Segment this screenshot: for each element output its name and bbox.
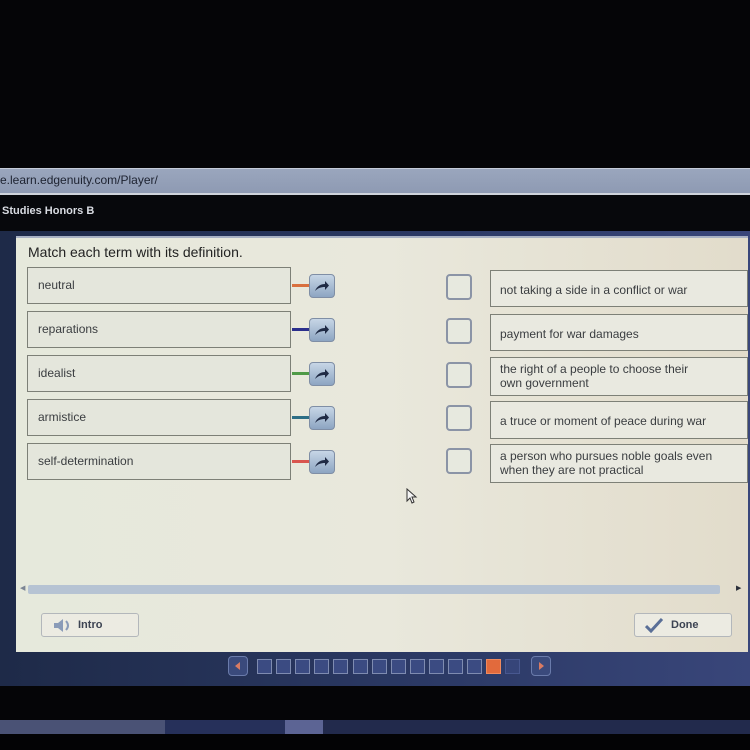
- definition-text: the right of a people to choose their: [500, 362, 689, 376]
- term-label: reparations: [38, 322, 99, 336]
- arrow-right-curved-icon: [315, 413, 329, 423]
- intro-label: Intro: [78, 619, 103, 631]
- definition-box[interactable]: not taking a side in a conflict or war: [490, 270, 748, 307]
- arrow-right-icon: [539, 662, 544, 670]
- definition-box[interactable]: a truce or moment of peace during war: [490, 401, 748, 439]
- horizontal-scrollbar[interactable]: [28, 585, 720, 594]
- definition-box[interactable]: the right of a people to choose their ow…: [490, 357, 748, 396]
- page-square-6[interactable]: [352, 659, 368, 674]
- intro-button[interactable]: Intro: [41, 613, 139, 637]
- match-arrow-button[interactable]: [309, 406, 335, 430]
- page-square-12[interactable]: [467, 659, 483, 674]
- mouse-cursor-icon: [406, 488, 418, 504]
- drop-target-box[interactable]: [446, 448, 472, 474]
- drop-target-box[interactable]: [446, 405, 472, 431]
- course-header: Studies Honors B: [0, 195, 750, 231]
- page-square-9[interactable]: [409, 659, 425, 674]
- page-square-8[interactable]: [390, 659, 406, 674]
- page-square-14[interactable]: [505, 659, 521, 674]
- connector-line: [292, 416, 310, 419]
- term-box-idealist[interactable]: idealist: [27, 355, 291, 392]
- taskbar-segment: [323, 720, 750, 734]
- screen-bezel: [0, 734, 750, 750]
- course-title: Studies Honors B: [2, 205, 95, 217]
- drop-target-box[interactable]: [446, 318, 472, 344]
- page-square-13[interactable]: [486, 659, 502, 674]
- taskbar-segment: [0, 720, 165, 734]
- definition-text-line2: when they are not practical: [500, 463, 644, 477]
- page-square-10[interactable]: [428, 659, 444, 674]
- definition-text: not taking a side in a conflict or war: [500, 283, 688, 297]
- done-label: Done: [671, 619, 699, 631]
- taskbar-segment: [165, 720, 285, 734]
- term-label: idealist: [38, 366, 76, 380]
- instruction-text: Match each term with its definition.: [28, 244, 243, 260]
- page-square-2[interactable]: [276, 659, 292, 674]
- os-taskbar: [0, 720, 750, 734]
- page-square-3[interactable]: [295, 659, 311, 674]
- next-page-button[interactable]: [531, 656, 551, 676]
- term-box-self-determination[interactable]: self-determination: [27, 443, 291, 480]
- connector-line: [292, 328, 310, 331]
- definition-text: a person who pursues noble goals even: [500, 449, 713, 463]
- definition-text: a truce or moment of peace during war: [500, 414, 707, 428]
- previous-page-button[interactable]: [228, 656, 248, 676]
- term-box-reparations[interactable]: reparations: [27, 311, 291, 348]
- speaker-icon: [54, 619, 69, 632]
- done-button[interactable]: Done: [634, 613, 732, 637]
- arrow-right-curved-icon: [315, 325, 329, 335]
- taskbar-segment: [285, 720, 323, 734]
- page-square-11[interactable]: [448, 659, 463, 674]
- arrow-right-curved-icon: [315, 369, 329, 379]
- definition-text: payment for war damages: [500, 327, 639, 341]
- term-label: self-determination: [38, 454, 134, 468]
- arrow-right-curved-icon: [315, 457, 329, 467]
- term-box-neutral[interactable]: neutral: [27, 267, 291, 304]
- page-square-4[interactable]: [314, 659, 330, 674]
- checkmark-icon: [645, 618, 663, 633]
- connector-line: [292, 460, 310, 463]
- connector-line: [292, 284, 310, 287]
- drop-target-box[interactable]: [446, 274, 472, 300]
- definition-box[interactable]: payment for war damages: [490, 314, 748, 351]
- browser-address-bar[interactable]: e.learn.edgenuity.com/Player/: [0, 168, 750, 195]
- term-box-armistice[interactable]: armistice: [27, 399, 291, 436]
- url-text[interactable]: e.learn.edgenuity.com/Player/: [0, 173, 158, 187]
- page-square-5[interactable]: [333, 659, 349, 674]
- arrow-left-icon: [235, 662, 240, 670]
- page-square-1[interactable]: [257, 659, 272, 674]
- drop-target-box[interactable]: [446, 362, 472, 388]
- definition-box[interactable]: a person who pursues noble goals even wh…: [490, 444, 748, 483]
- connector-line: [292, 372, 310, 375]
- match-arrow-button[interactable]: [309, 318, 335, 342]
- arrow-right-curved-icon: [315, 281, 329, 291]
- scroll-left-arrow-icon[interactable]: ◀: [20, 584, 25, 592]
- match-arrow-button[interactable]: [309, 362, 335, 386]
- scroll-right-arrow-icon[interactable]: ▶: [736, 584, 741, 592]
- match-arrow-button[interactable]: [309, 274, 335, 298]
- term-label: neutral: [38, 278, 75, 292]
- page-square-7[interactable]: [371, 659, 387, 674]
- match-arrow-button[interactable]: [309, 450, 335, 474]
- definition-text-line2: own government: [500, 376, 589, 390]
- term-label: armistice: [38, 410, 87, 424]
